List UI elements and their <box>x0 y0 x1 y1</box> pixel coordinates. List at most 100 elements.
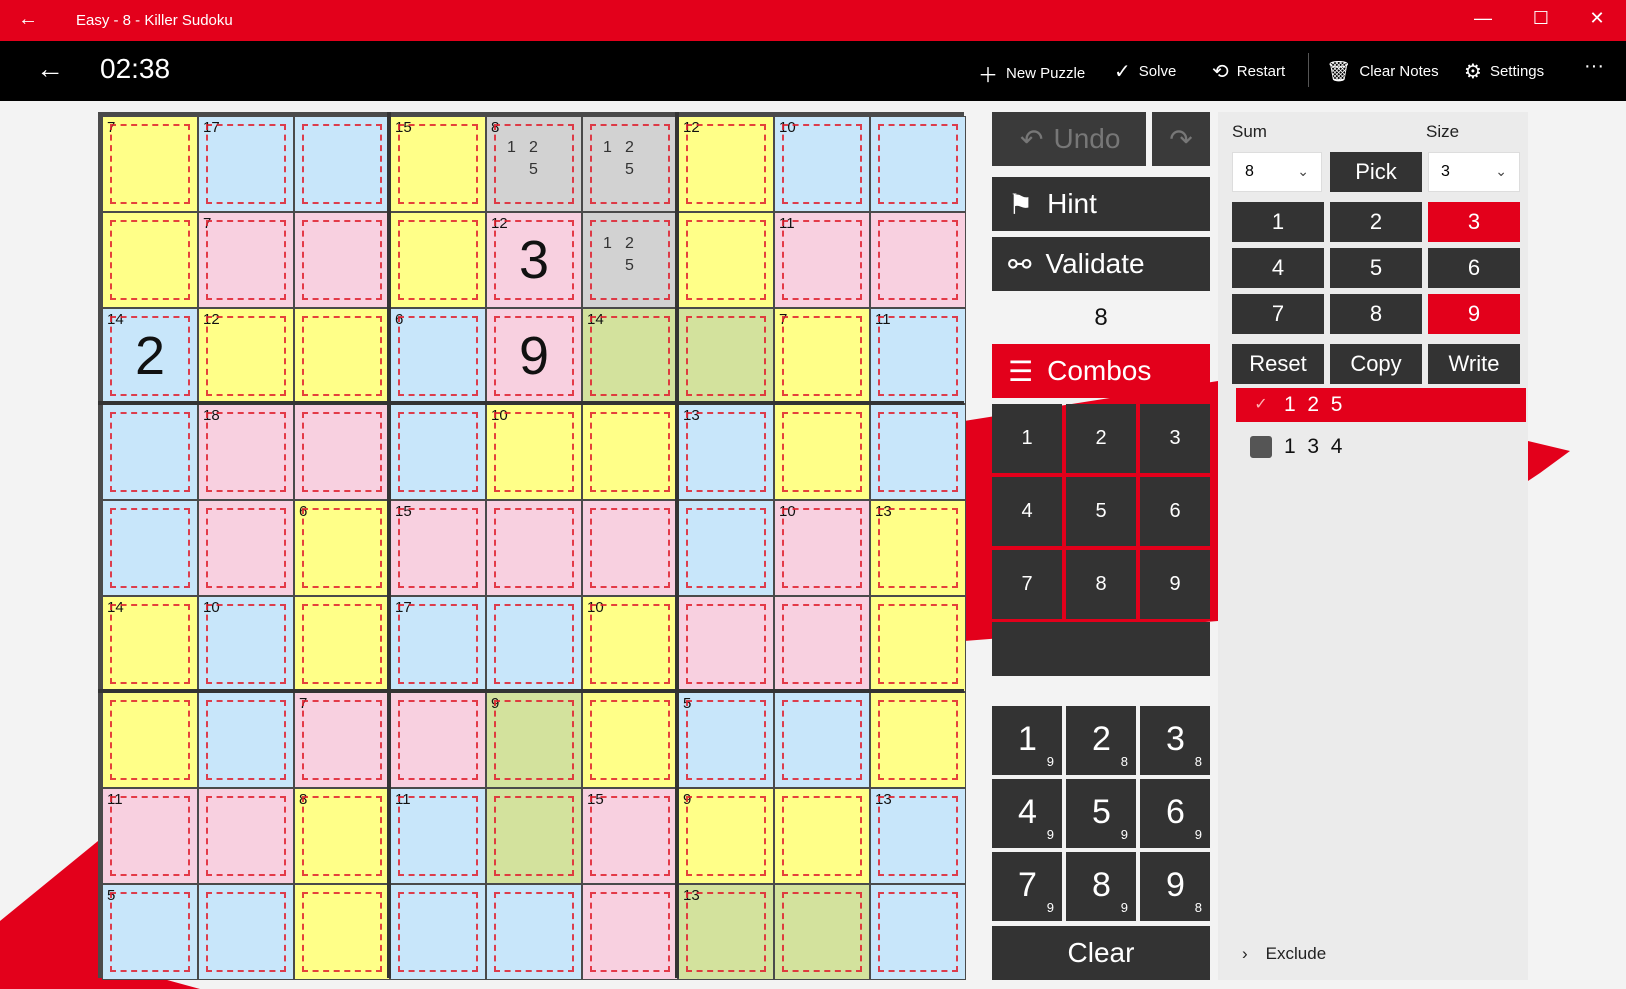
grid-cell[interactable] <box>294 596 390 692</box>
grid-cell[interactable]: 10 <box>774 116 870 212</box>
grid-cell[interactable]: 18 <box>198 404 294 500</box>
more-options-button[interactable]: ··· <box>1584 55 1604 78</box>
grid-cell[interactable] <box>582 692 678 788</box>
grid-cell[interactable] <box>582 404 678 500</box>
grid-cell[interactable]: 17 <box>198 116 294 212</box>
grid-cell[interactable] <box>870 884 966 980</box>
copy-button[interactable]: Copy <box>1330 344 1422 384</box>
grid-cell[interactable]: 15 <box>582 788 678 884</box>
size-select[interactable]: 3 ⌄ <box>1428 152 1520 192</box>
pick-button[interactable]: Pick <box>1330 152 1422 192</box>
combo-key[interactable]: 6 <box>1140 477 1210 546</box>
grid-cell[interactable]: 12 3 <box>486 212 582 308</box>
grid-cell[interactable]: 6 <box>294 500 390 596</box>
grid-cell[interactable] <box>198 692 294 788</box>
grid-cell[interactable] <box>678 308 774 404</box>
digit-filter-button[interactable]: 2 <box>1330 202 1422 242</box>
grid-cell[interactable] <box>678 500 774 596</box>
hint-button[interactable]: ⚑ Hint <box>992 177 1210 231</box>
digit-filter-button[interactable]: 5 <box>1330 248 1422 288</box>
grid-cell[interactable] <box>774 404 870 500</box>
grid-cell[interactable]: 10 <box>582 596 678 692</box>
digit-filter-button[interactable]: 9 <box>1428 294 1520 334</box>
grid-cell[interactable]: 7 <box>294 692 390 788</box>
grid-cell[interactable] <box>486 596 582 692</box>
combo-key[interactable]: 1 <box>992 404 1062 473</box>
maximize-button[interactable]: ☐ <box>1526 8 1556 29</box>
number-key[interactable]: 79 <box>992 852 1062 921</box>
exclude-expander[interactable]: › Exclude <box>1242 944 1326 964</box>
grid-cell[interactable]: 7 <box>198 212 294 308</box>
grid-cell[interactable] <box>678 212 774 308</box>
new-puzzle-button[interactable]: ＋ New Puzzle <box>978 59 1085 88</box>
redo-button[interactable]: ↷ <box>1152 112 1210 166</box>
number-key[interactable]: 38 <box>1140 706 1210 775</box>
sum-select[interactable]: 8 ⌄ <box>1232 152 1322 192</box>
grid-cell[interactable] <box>390 212 486 308</box>
grid-cell[interactable] <box>486 884 582 980</box>
combo-key[interactable]: 5 <box>1066 477 1136 546</box>
grid-cell[interactable]: 13 <box>678 404 774 500</box>
grid-cell[interactable]: 10 <box>486 404 582 500</box>
clear-button[interactable]: Clear <box>992 926 1210 980</box>
grid-cell[interactable]: 11 <box>774 212 870 308</box>
grid-cell[interactable] <box>870 116 966 212</box>
grid-cell[interactable] <box>582 884 678 980</box>
checkmark-icon[interactable]: ✓ <box>1250 394 1272 416</box>
grid-cell[interactable] <box>678 596 774 692</box>
grid-cell[interactable]: 10 <box>198 596 294 692</box>
grid-cell[interactable]: 12 <box>678 116 774 212</box>
number-key[interactable]: 28 <box>1066 706 1136 775</box>
grid-cell[interactable] <box>102 404 198 500</box>
grid-cell[interactable] <box>774 692 870 788</box>
combo-key[interactable]: 4 <box>992 477 1062 546</box>
grid-cell[interactable]: 13 <box>678 884 774 980</box>
grid-cell[interactable] <box>294 212 390 308</box>
combo-key[interactable]: 9 <box>1140 550 1210 619</box>
combo-key[interactable]: 2 <box>1066 404 1136 473</box>
grid-cell[interactable] <box>870 404 966 500</box>
grid-cell[interactable]: 8 <box>294 788 390 884</box>
grid-cell[interactable]: 14 <box>582 308 678 404</box>
validate-button[interactable]: ⚯ Validate <box>992 237 1210 291</box>
write-button[interactable]: Write <box>1428 344 1520 384</box>
grid-cell[interactable]: 11 <box>870 308 966 404</box>
grid-cell[interactable] <box>582 500 678 596</box>
clear-notes-button[interactable]: 🗑 Clear Notes <box>1326 59 1439 84</box>
grid-cell[interactable] <box>390 692 486 788</box>
grid-cell[interactable]: 12 5 <box>582 212 678 308</box>
digit-filter-button[interactable]: 3 <box>1428 202 1520 242</box>
grid-cell[interactable] <box>294 404 390 500</box>
grid-cell[interactable]: 7 <box>102 116 198 212</box>
close-button[interactable]: ✕ <box>1582 8 1612 29</box>
grid-cell[interactable] <box>774 596 870 692</box>
grid-cell[interactable]: 15 <box>390 500 486 596</box>
minimize-button[interactable]: — <box>1468 8 1498 29</box>
grid-cell[interactable]: 15 <box>390 116 486 212</box>
digit-filter-button[interactable]: 4 <box>1232 248 1324 288</box>
reset-button[interactable]: Reset <box>1232 344 1324 384</box>
grid-cell[interactable] <box>294 116 390 212</box>
grid-cell[interactable]: 14 2 <box>102 308 198 404</box>
restart-button[interactable]: ⟲ Restart <box>1212 59 1285 84</box>
grid-cell[interactable] <box>294 308 390 404</box>
number-key[interactable]: 49 <box>992 779 1062 848</box>
grid-cell[interactable] <box>870 692 966 788</box>
grid-cell[interactable] <box>390 404 486 500</box>
grid-cell[interactable]: 7 <box>774 308 870 404</box>
grid-cell[interactable] <box>486 500 582 596</box>
checkbox[interactable] <box>1250 436 1272 458</box>
grid-cell[interactable]: 11 <box>390 788 486 884</box>
grid-cell[interactable] <box>102 692 198 788</box>
number-key[interactable]: 59 <box>1066 779 1136 848</box>
grid-cell[interactable] <box>486 788 582 884</box>
grid-cell[interactable]: 13 <box>870 500 966 596</box>
nav-back-icon[interactable]: ← <box>36 53 64 85</box>
grid-cell[interactable]: 13 <box>870 788 966 884</box>
grid-cell[interactable] <box>774 788 870 884</box>
grid-cell[interactable]: 12 <box>198 308 294 404</box>
digit-filter-button[interactable]: 6 <box>1428 248 1520 288</box>
grid-cell[interactable]: 6 <box>390 308 486 404</box>
grid-cell[interactable] <box>774 884 870 980</box>
combo-key[interactable]: 3 <box>1140 404 1210 473</box>
